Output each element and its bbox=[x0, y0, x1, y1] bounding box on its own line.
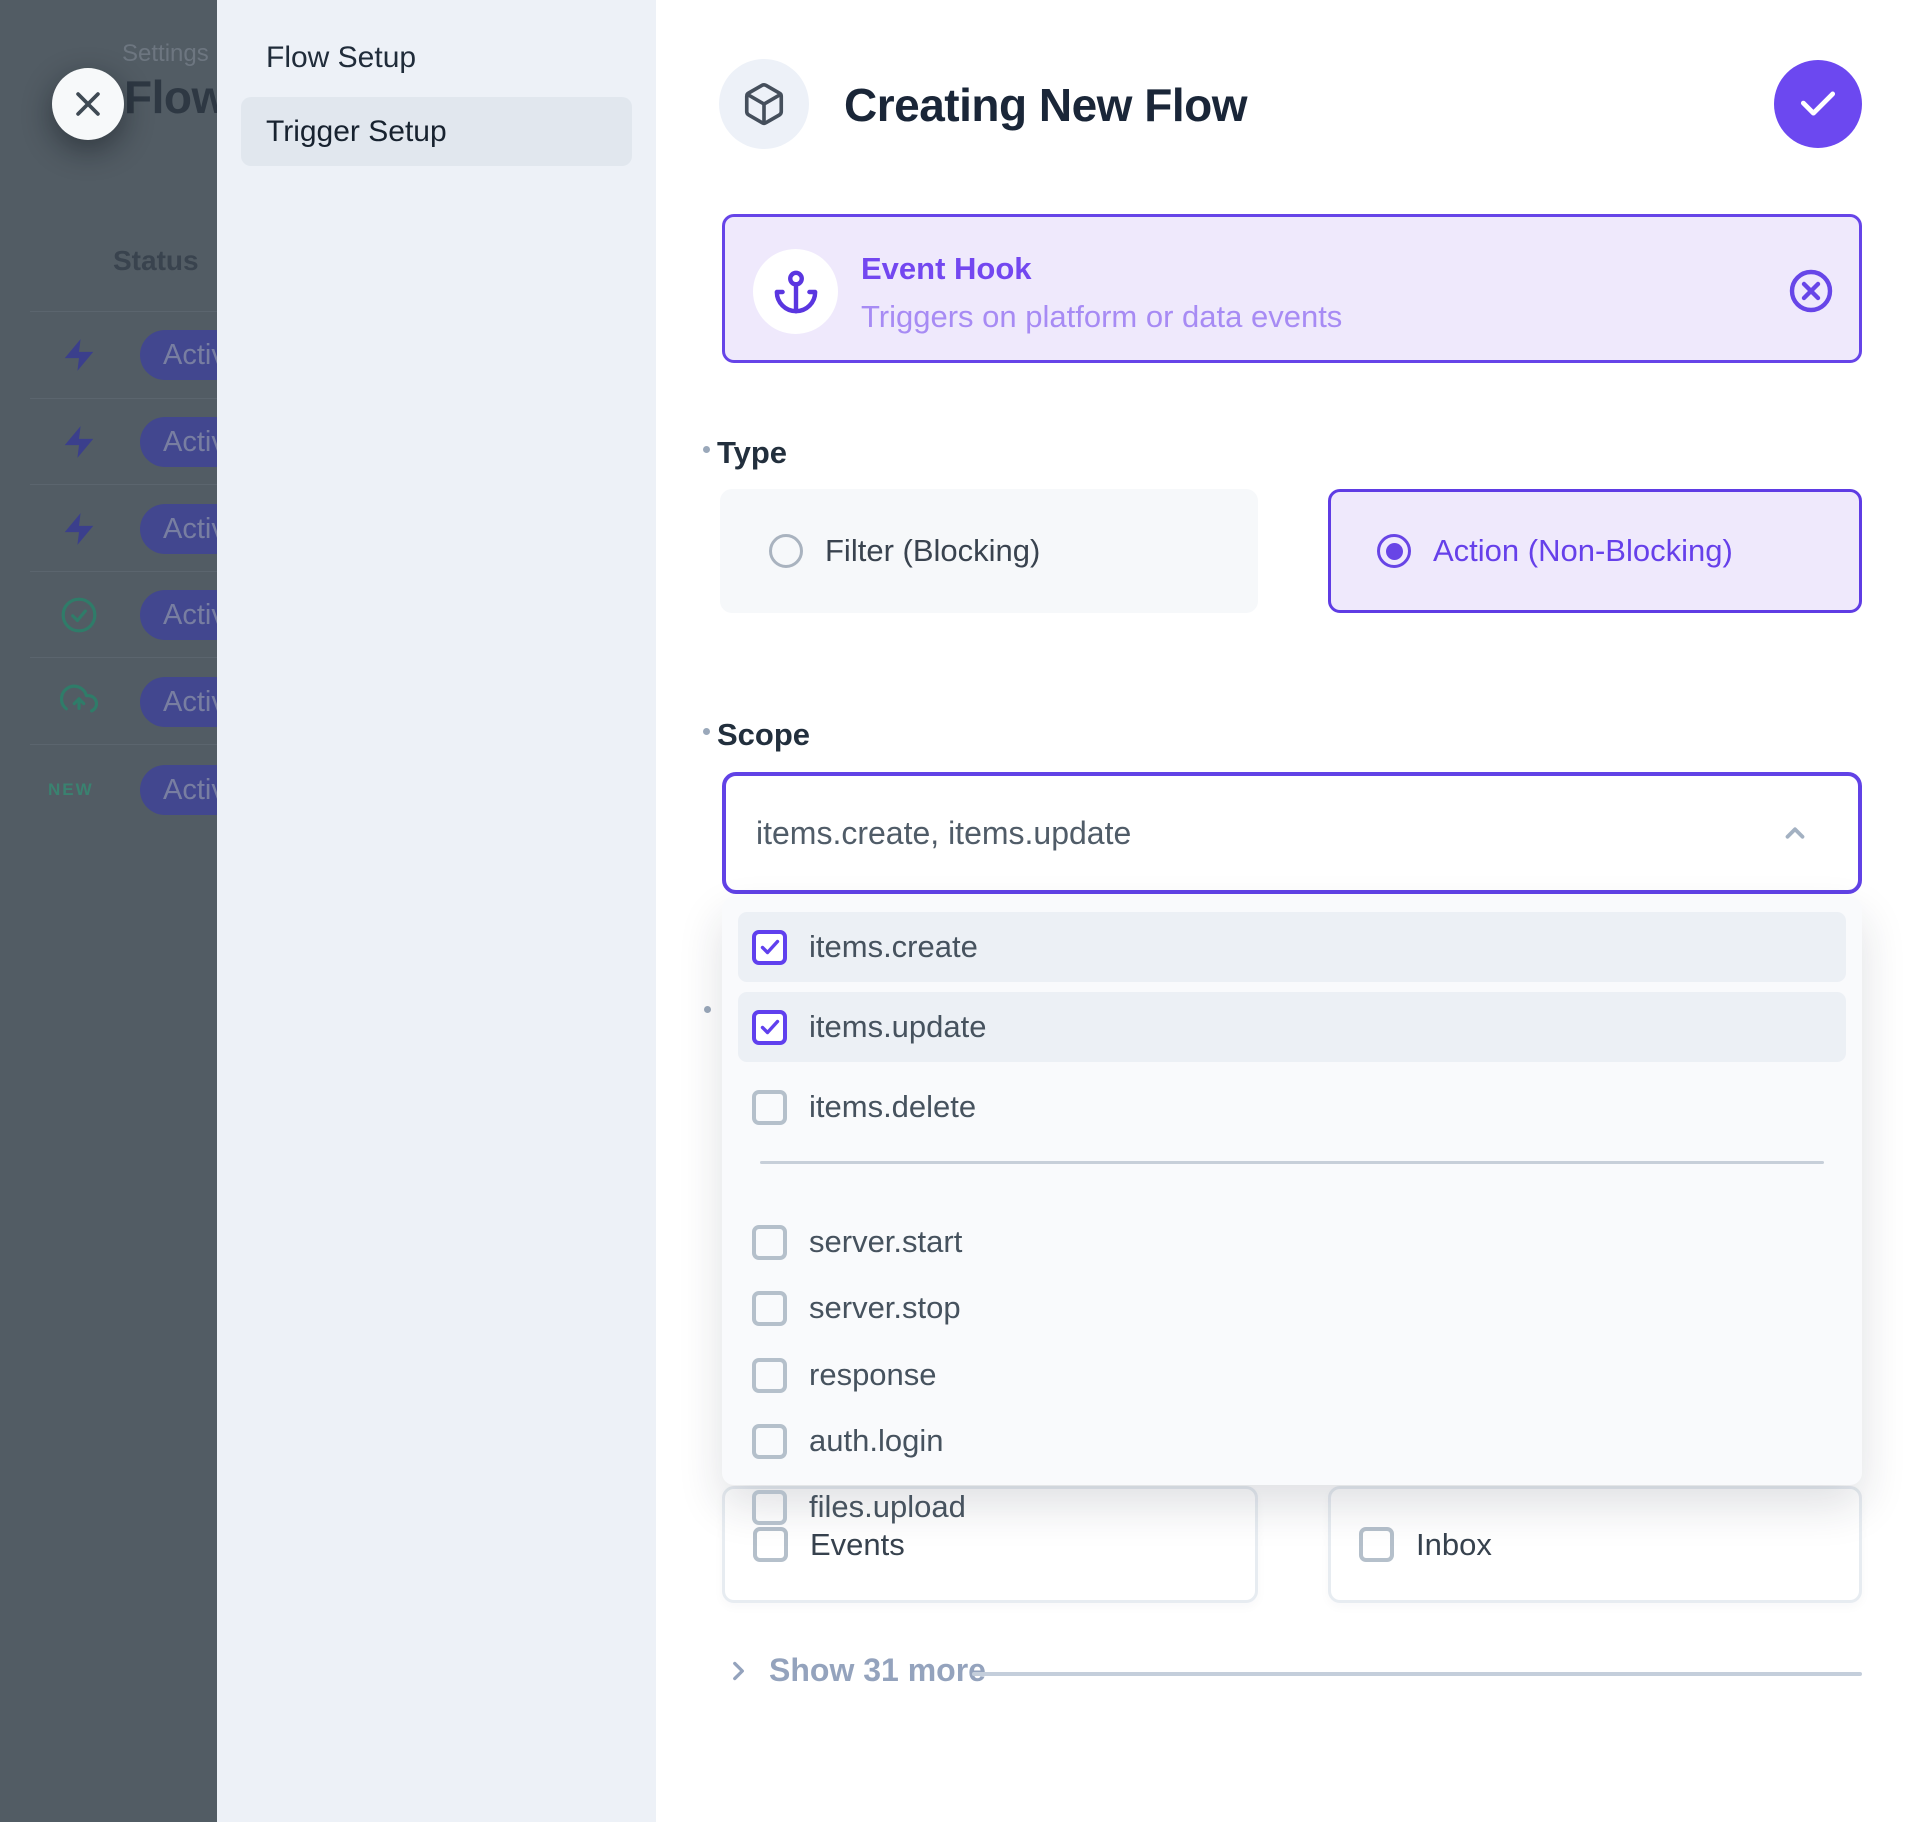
bolt-icon bbox=[60, 510, 98, 548]
show-more-button[interactable]: Show 31 more bbox=[725, 1652, 986, 1689]
status-badge: Active bbox=[140, 677, 217, 727]
scope-option-items-update[interactable]: items.update bbox=[738, 992, 1846, 1062]
show-more-divider bbox=[972, 1672, 1862, 1676]
nav-item-flow-setup[interactable]: Flow Setup bbox=[241, 23, 632, 92]
status-column-header: Status bbox=[113, 245, 199, 277]
nav-item-trigger-setup[interactable]: Trigger Setup bbox=[241, 97, 632, 166]
banner-title: Event Hook bbox=[861, 251, 1032, 287]
checkbox-unchecked-icon bbox=[752, 1490, 787, 1525]
checkbox-unchecked-icon bbox=[752, 1424, 787, 1459]
checkbox-unchecked-icon bbox=[752, 1291, 787, 1326]
anchor-icon bbox=[773, 269, 819, 315]
table-row: NEW Active bbox=[0, 747, 217, 833]
drawer-title: Creating New Flow bbox=[844, 78, 1247, 132]
confirm-button[interactable] bbox=[1774, 60, 1862, 148]
close-drawer-button[interactable] bbox=[52, 68, 124, 140]
package-icon bbox=[741, 81, 787, 127]
radio-option-action-non-blocking[interactable]: Action (Non-Blocking) bbox=[1328, 489, 1862, 613]
check-circle-icon bbox=[60, 596, 98, 634]
bolt-icon bbox=[60, 423, 98, 461]
banner-subtitle: Triggers on platform or data events bbox=[861, 299, 1342, 335]
chevron-right-icon bbox=[725, 1658, 751, 1684]
background-page-overlay: Settings Flows Status Active Active Acti… bbox=[0, 0, 217, 1822]
scope-dropdown: items.create items.update items.delete s… bbox=[722, 897, 1862, 1485]
status-badge: Active bbox=[140, 417, 217, 467]
scope-option-items-delete[interactable]: items.delete bbox=[738, 1072, 1846, 1142]
table-row: Active bbox=[0, 659, 217, 745]
breadcrumb: Settings bbox=[122, 40, 209, 68]
screen: Settings Flows Status Active Active Acti… bbox=[0, 0, 1924, 1822]
radio-icon bbox=[1377, 534, 1411, 568]
x-circle-icon bbox=[1787, 267, 1835, 315]
status-badge: Active bbox=[140, 590, 217, 640]
scope-option-items-create[interactable]: items.create bbox=[738, 912, 1846, 982]
table-row: Active bbox=[0, 399, 217, 485]
drawer-header-icon-circle bbox=[719, 59, 809, 149]
required-dot bbox=[703, 728, 710, 735]
background-page-title: Flows bbox=[124, 70, 217, 124]
checkbox-checked-icon bbox=[752, 1010, 787, 1045]
check-icon bbox=[1796, 82, 1840, 126]
table-row: Active bbox=[0, 486, 217, 572]
bolt-icon bbox=[60, 336, 98, 374]
table-row: Active bbox=[0, 312, 217, 398]
dropdown-divider bbox=[760, 1161, 1824, 1164]
scope-field-label: Scope bbox=[717, 717, 810, 753]
scope-option-response[interactable]: response bbox=[738, 1340, 1846, 1410]
drawer-nav: Flow Setup Trigger Setup bbox=[217, 0, 656, 1822]
checkbox-checked-icon bbox=[752, 930, 787, 965]
status-badge: Active bbox=[140, 330, 217, 380]
required-dot bbox=[704, 1006, 711, 1013]
scope-select-input[interactable]: items.create, items.update bbox=[722, 772, 1862, 894]
type-field-label: Type bbox=[717, 435, 787, 471]
scope-option-auth-login[interactable]: auth.login bbox=[738, 1406, 1846, 1476]
close-icon bbox=[71, 87, 105, 121]
cloud-upload-icon bbox=[60, 683, 98, 721]
required-dot bbox=[703, 446, 710, 453]
scope-option-files-upload[interactable]: files.upload bbox=[738, 1472, 1846, 1542]
banner-icon-circle bbox=[753, 249, 838, 334]
remove-trigger-button[interactable] bbox=[1787, 267, 1835, 315]
checkbox-unchecked-icon bbox=[752, 1090, 787, 1125]
scope-option-server-stop[interactable]: server.stop bbox=[738, 1273, 1846, 1343]
scope-selected-values: items.create, items.update bbox=[756, 776, 1131, 890]
trigger-banner[interactable]: Event Hook Triggers on platform or data … bbox=[722, 214, 1862, 363]
checkbox-unchecked-icon bbox=[752, 1225, 787, 1260]
checkbox-unchecked-icon bbox=[752, 1358, 787, 1393]
status-badge: Active bbox=[140, 765, 217, 815]
radio-option-filter-blocking[interactable]: Filter (Blocking) bbox=[720, 489, 1258, 613]
radio-icon bbox=[769, 534, 803, 568]
table-row: Active bbox=[0, 572, 217, 658]
new-badge: NEW bbox=[48, 780, 94, 800]
status-badge: Active bbox=[140, 504, 217, 554]
chevron-up-icon bbox=[1780, 818, 1810, 848]
scope-option-server-start[interactable]: server.start bbox=[738, 1207, 1846, 1277]
